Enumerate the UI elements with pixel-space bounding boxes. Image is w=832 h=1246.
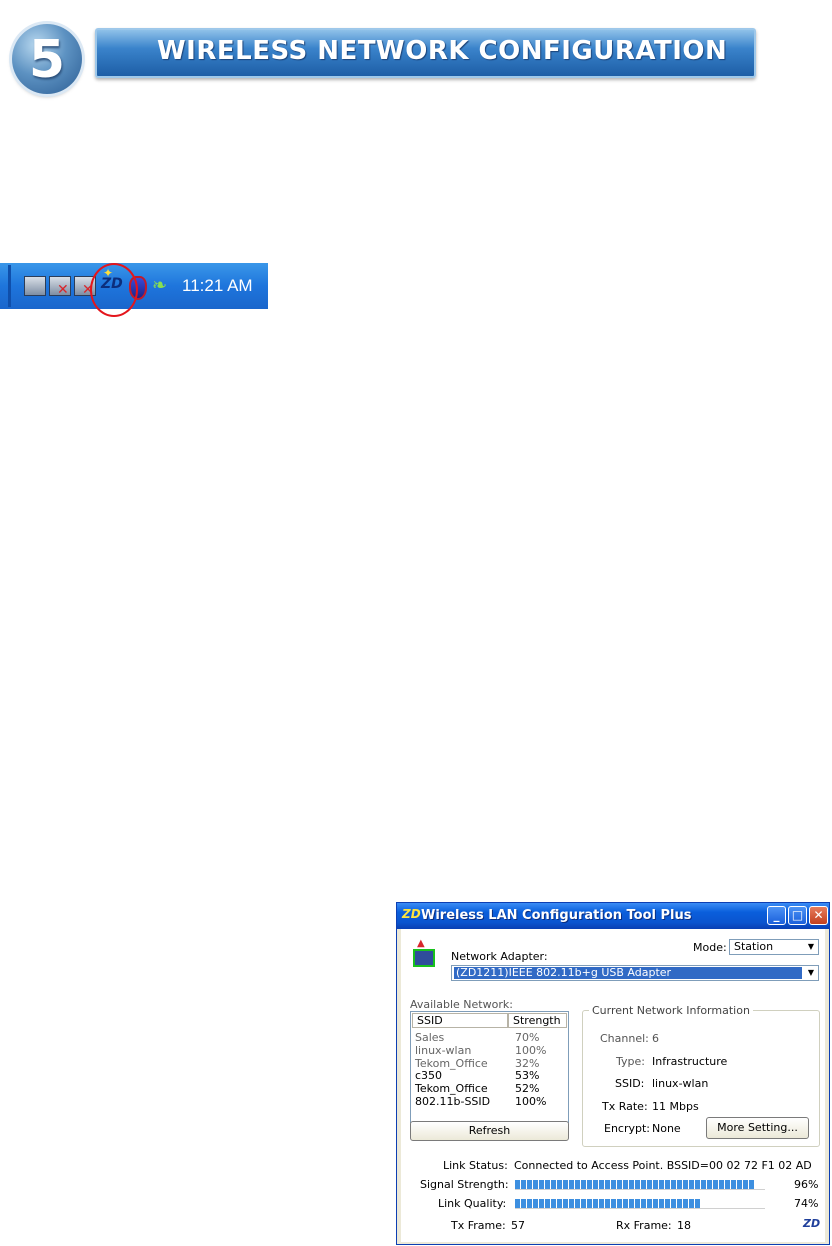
list-item[interactable]: Tekom_Office 52% <box>415 1082 539 1095</box>
adapter-icon <box>413 949 435 967</box>
tx-frame-label: Tx Frame: <box>451 1219 506 1232</box>
list-item[interactable]: Sales 70% <box>415 1031 539 1044</box>
type-label: Type: <box>616 1055 645 1068</box>
section-banner: WIRELESS NETWORK CONFIGURATION <box>95 28 756 78</box>
rx-frame-label: Rx Frame: <box>616 1219 672 1232</box>
title-bar[interactable]: ZD Wireless LAN Configuration Tool Plus … <box>397 903 829 929</box>
link-status-value: Connected to Access Point. BSSID=00 02 7… <box>514 1159 812 1172</box>
channel-label: Channel: <box>600 1032 649 1045</box>
maximize-button[interactable]: □ <box>788 906 807 925</box>
list-item[interactable]: c350 53% <box>415 1069 539 1082</box>
refresh-button[interactable]: Refresh <box>410 1121 569 1141</box>
network-adapter-label: Network Adapter: <box>451 950 548 963</box>
list-item[interactable]: 802.11b-SSID 100% <box>415 1095 546 1108</box>
link-quality-fill <box>515 1199 700 1208</box>
network-icon[interactable] <box>24 276 46 296</box>
adapter-value: (ZD1211)IEEE 802.11b+g USB Adapter <box>454 967 802 979</box>
clock[interactable]: 11:21 AM <box>182 276 253 296</box>
mode-select[interactable]: Station ▼ <box>729 939 819 955</box>
highlight-circle <box>90 263 138 317</box>
mode-label: Mode: <box>693 941 727 954</box>
config-tool-window: ZD Wireless LAN Configuration Tool Plus … <box>396 902 830 1245</box>
available-network-label: Available Network: <box>410 998 513 1011</box>
ssid-value: linux-wlan <box>652 1077 709 1090</box>
leaf-icon[interactable]: ❧ <box>152 275 167 296</box>
signal-strength-bar <box>515 1180 765 1190</box>
list-item[interactable]: linux-wlan 100% <box>415 1044 546 1057</box>
tx-rate-value: 11 Mbps <box>652 1100 699 1113</box>
tray-divider <box>8 265 11 307</box>
minimize-button[interactable]: _ <box>767 906 786 925</box>
mode-value: Station <box>734 940 774 953</box>
zd-logo-icon: ZD <box>803 1217 821 1230</box>
signal-strength-label: Signal Strength: <box>420 1178 509 1191</box>
window-client: ▲ Network Adapter: Mode: Station ▼ (ZD12… <box>401 929 825 1242</box>
more-setting-button[interactable]: More Setting... <box>706 1117 809 1139</box>
current-network-title: Current Network Information <box>589 1004 753 1017</box>
tx-rate-label: Tx Rate: <box>602 1100 648 1113</box>
type-value: Infrastructure <box>652 1055 728 1068</box>
signal-strength-value: 96% <box>794 1178 819 1191</box>
chevron-down-icon: ▼ <box>803 966 818 980</box>
tx-frame-value: 57 <box>511 1219 525 1232</box>
link-quality-value: 74% <box>794 1197 819 1210</box>
close-button[interactable]: ✕ <box>809 906 828 925</box>
link-status-label: Link Status: <box>443 1159 508 1172</box>
step-number-badge: 5 <box>12 24 82 94</box>
ssid-column-header[interactable]: SSID <box>412 1013 508 1028</box>
network-list[interactable]: SSID Strength Sales 70% linux-wlan 100% Te… <box>410 1011 569 1123</box>
ssid-label: SSID: <box>615 1077 645 1090</box>
strength-column-header[interactable]: Strength <box>508 1013 567 1028</box>
antenna-icon: ▲ <box>417 938 425 949</box>
section-title: WIRELESS NETWORK CONFIGURATION <box>157 36 728 66</box>
disconnected-x-icon: ✕ <box>57 282 69 298</box>
signal-strength-fill <box>515 1180 755 1189</box>
chevron-down-icon: ▼ <box>803 940 818 954</box>
window-title: Wireless LAN Configuration Tool Plus <box>421 908 692 923</box>
step-number: 5 <box>28 30 66 90</box>
link-quality-label: Link Quality: <box>438 1197 507 1210</box>
link-quality-bar <box>515 1199 765 1209</box>
encrypt-label: Encrypt: <box>604 1122 651 1135</box>
rx-frame-value: 18 <box>677 1219 691 1232</box>
adapter-select[interactable]: (ZD1211)IEEE 802.11b+g USB Adapter ▼ <box>451 965 819 981</box>
channel-value: 6 <box>652 1032 659 1045</box>
zd-app-icon: ZD <box>402 907 421 921</box>
encrypt-value: None <box>652 1122 681 1135</box>
